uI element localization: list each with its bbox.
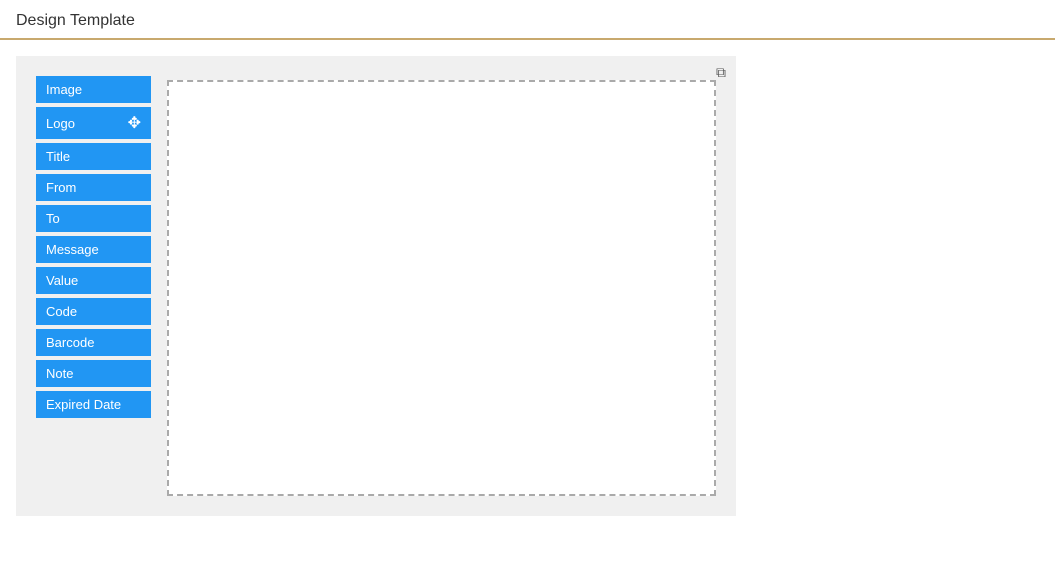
- element-btn-note[interactable]: Note: [36, 360, 151, 387]
- element-label-logo: Logo: [46, 116, 75, 131]
- element-btn-title[interactable]: Title: [36, 143, 151, 170]
- page-title: Design Template: [16, 12, 1039, 30]
- elements-panel: Image Logo ✥ Title From To Message Value Code Bar…: [36, 76, 151, 496]
- element-btn-logo[interactable]: Logo ✥: [36, 107, 151, 139]
- element-btn-code[interactable]: Code: [36, 298, 151, 325]
- move-icon: ✥: [128, 113, 141, 133]
- design-canvas: ⧉ Image Logo ✥ Title From To Message Value Code B…: [16, 56, 736, 516]
- edit-icon-container[interactable]: ⧉: [716, 64, 726, 81]
- element-btn-expired-date[interactable]: Expired Date: [36, 391, 151, 418]
- main-content: ⧉ Image Logo ✥ Title From To Message Value Code B…: [0, 40, 1055, 532]
- element-btn-from[interactable]: From: [36, 174, 151, 201]
- page-header: Design Template: [0, 0, 1055, 40]
- element-btn-to[interactable]: To: [36, 205, 151, 232]
- preview-area: [167, 80, 716, 496]
- edit-icon[interactable]: ⧉: [716, 64, 726, 80]
- element-btn-image[interactable]: Image: [36, 76, 151, 103]
- element-btn-value[interactable]: Value: [36, 267, 151, 294]
- element-btn-message[interactable]: Message: [36, 236, 151, 263]
- element-btn-barcode[interactable]: Barcode: [36, 329, 151, 356]
